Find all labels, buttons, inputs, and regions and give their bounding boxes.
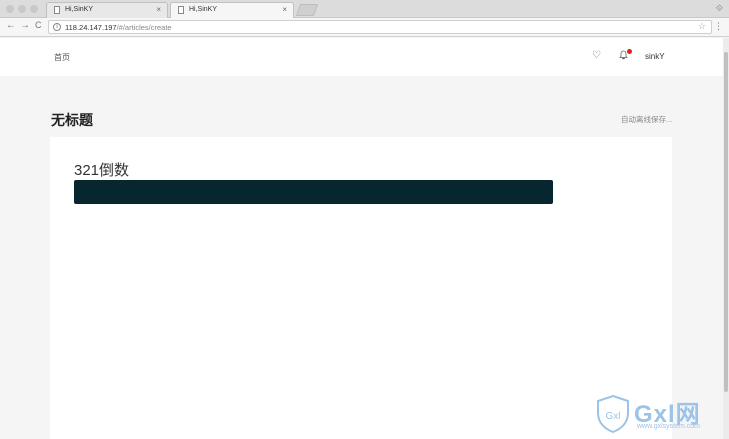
bookmark-star-icon[interactable]: ☆	[698, 21, 706, 32]
reload-icon[interactable]: C	[35, 20, 42, 30]
url-host: 118.24.147.197	[65, 23, 117, 32]
window-extension-icon[interactable]: ⟐	[716, 3, 723, 14]
watermark-shield-logo: Gxl	[597, 395, 629, 433]
user-menu[interactable]: sinkY	[645, 52, 665, 61]
url-input[interactable]: i 118.24.147.197/#/articles/create ☆	[48, 20, 712, 34]
window-close-dot[interactable]	[6, 5, 14, 13]
window-minimize-dot[interactable]	[18, 5, 26, 13]
article-title-input[interactable]: 321倒数	[74, 159, 129, 180]
nav-home-link[interactable]: 首页	[54, 52, 70, 63]
window-zoom-dot[interactable]	[30, 5, 38, 13]
editor-toolbar-bar[interactable]	[74, 180, 553, 204]
address-bar-row: ← → C i 118.24.147.197/#/articles/create…	[0, 18, 729, 37]
autosave-status: 自动离线保存...	[621, 115, 673, 124]
page-scrollbar[interactable]	[723, 38, 729, 439]
page-title: 无标题	[51, 112, 93, 128]
browser-tab-1[interactable]: Hi,SinKY ×	[46, 2, 168, 18]
watermark-url: www.gxlsystem.com	[637, 423, 701, 430]
back-arrow-icon[interactable]: ←	[6, 20, 16, 31]
new-tab-button[interactable]	[295, 4, 319, 16]
info-icon[interactable]: i	[53, 23, 61, 31]
tab-close-icon[interactable]: ×	[156, 5, 161, 14]
app-header: 首页 ♡ sinkY	[0, 38, 723, 76]
tab-close-icon[interactable]: ×	[282, 5, 287, 14]
forward-arrow-icon[interactable]: →	[20, 20, 30, 31]
svg-text:Gxl: Gxl	[606, 411, 621, 422]
browser-tab-bar: Hi,SinKY × Hi,SinKY × ⟐	[0, 0, 729, 19]
browser-menu-icon[interactable]: ⋮	[714, 21, 723, 32]
document-icon	[54, 6, 60, 14]
tab-title: Hi,SinKY	[65, 6, 94, 13]
editor-card: 321倒数	[50, 137, 672, 439]
browser-tab-2[interactable]: Hi,SinKY ×	[170, 2, 294, 19]
tab-title: Hi,SinKY	[189, 6, 218, 13]
scrollbar-thumb[interactable]	[724, 52, 728, 392]
url-path: /#/articles/create	[116, 23, 172, 32]
notification-dot	[627, 49, 632, 54]
document-icon	[178, 6, 184, 14]
heart-icon[interactable]: ♡	[592, 50, 601, 61]
